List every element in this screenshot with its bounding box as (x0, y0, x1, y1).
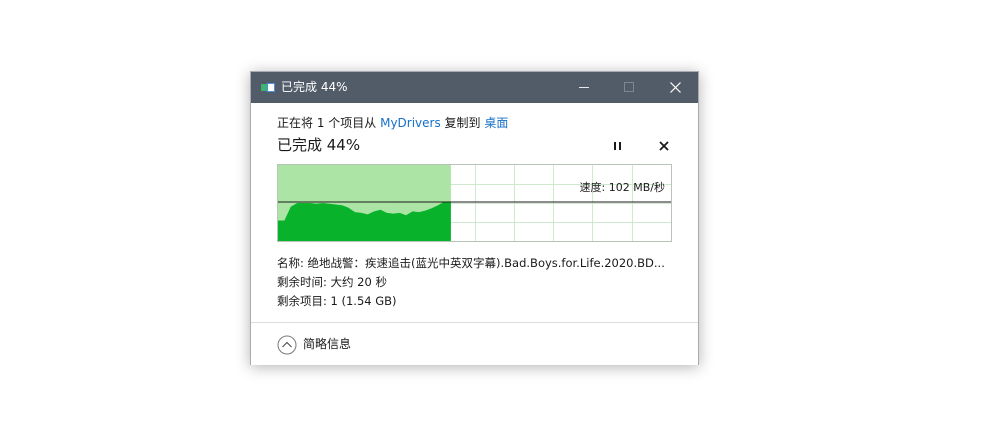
copy-middle: 复制到 (440, 116, 485, 130)
minimize-icon (579, 87, 589, 88)
file-name-line: 名称: 绝地战警：疾速追击(蓝光中英双字幕).Bad.Boys.for.Life… (277, 256, 665, 270)
source-link[interactable]: MyDrivers (380, 116, 441, 130)
chevron-up-circle-icon[interactable] (277, 335, 297, 355)
details-panel: 名称: 绝地战警：疾速追击(蓝光中英双字幕).Bad.Boys.for.Life… (277, 254, 665, 311)
copy-progress-dialog: 已完成 44% 正在将 1 个项目从 MyDrivers 复制到 桌面 已完成 … (250, 71, 699, 365)
maximize-icon (624, 82, 634, 92)
pause-button[interactable] (608, 136, 628, 156)
close-button[interactable] (652, 72, 698, 103)
time-remaining-line: 剩余时间: 大约 20 秒 (277, 275, 387, 289)
speed-label: 速度: 102 MB/秒 (579, 181, 665, 194)
copy-prefix: 正在将 1 个项目从 (277, 116, 381, 130)
copy-description: 正在将 1 个项目从 MyDrivers 复制到 桌面 (277, 115, 508, 131)
title-bar[interactable]: 已完成 44% (251, 72, 698, 103)
close-icon (659, 141, 669, 151)
footer: 简略信息 (251, 322, 698, 365)
speed-graph-canvas (278, 165, 671, 241)
pause-icon (614, 142, 621, 150)
items-remaining-line: 剩余项目: 1 (1.54 GB) (277, 294, 397, 308)
file-copy-icon (261, 83, 275, 92)
maximize-button[interactable] (606, 72, 652, 103)
window-title: 已完成 44% (281, 80, 348, 94)
minimize-button[interactable] (561, 72, 607, 103)
speed-graph: 速度: 102 MB/秒 (277, 164, 672, 242)
destination-link[interactable]: 桌面 (484, 116, 508, 130)
close-icon (670, 82, 681, 93)
cancel-copy-button[interactable] (654, 136, 674, 156)
progress-status: 已完成 44% (277, 136, 361, 154)
fewer-details-button[interactable]: 简略信息 (303, 336, 351, 352)
